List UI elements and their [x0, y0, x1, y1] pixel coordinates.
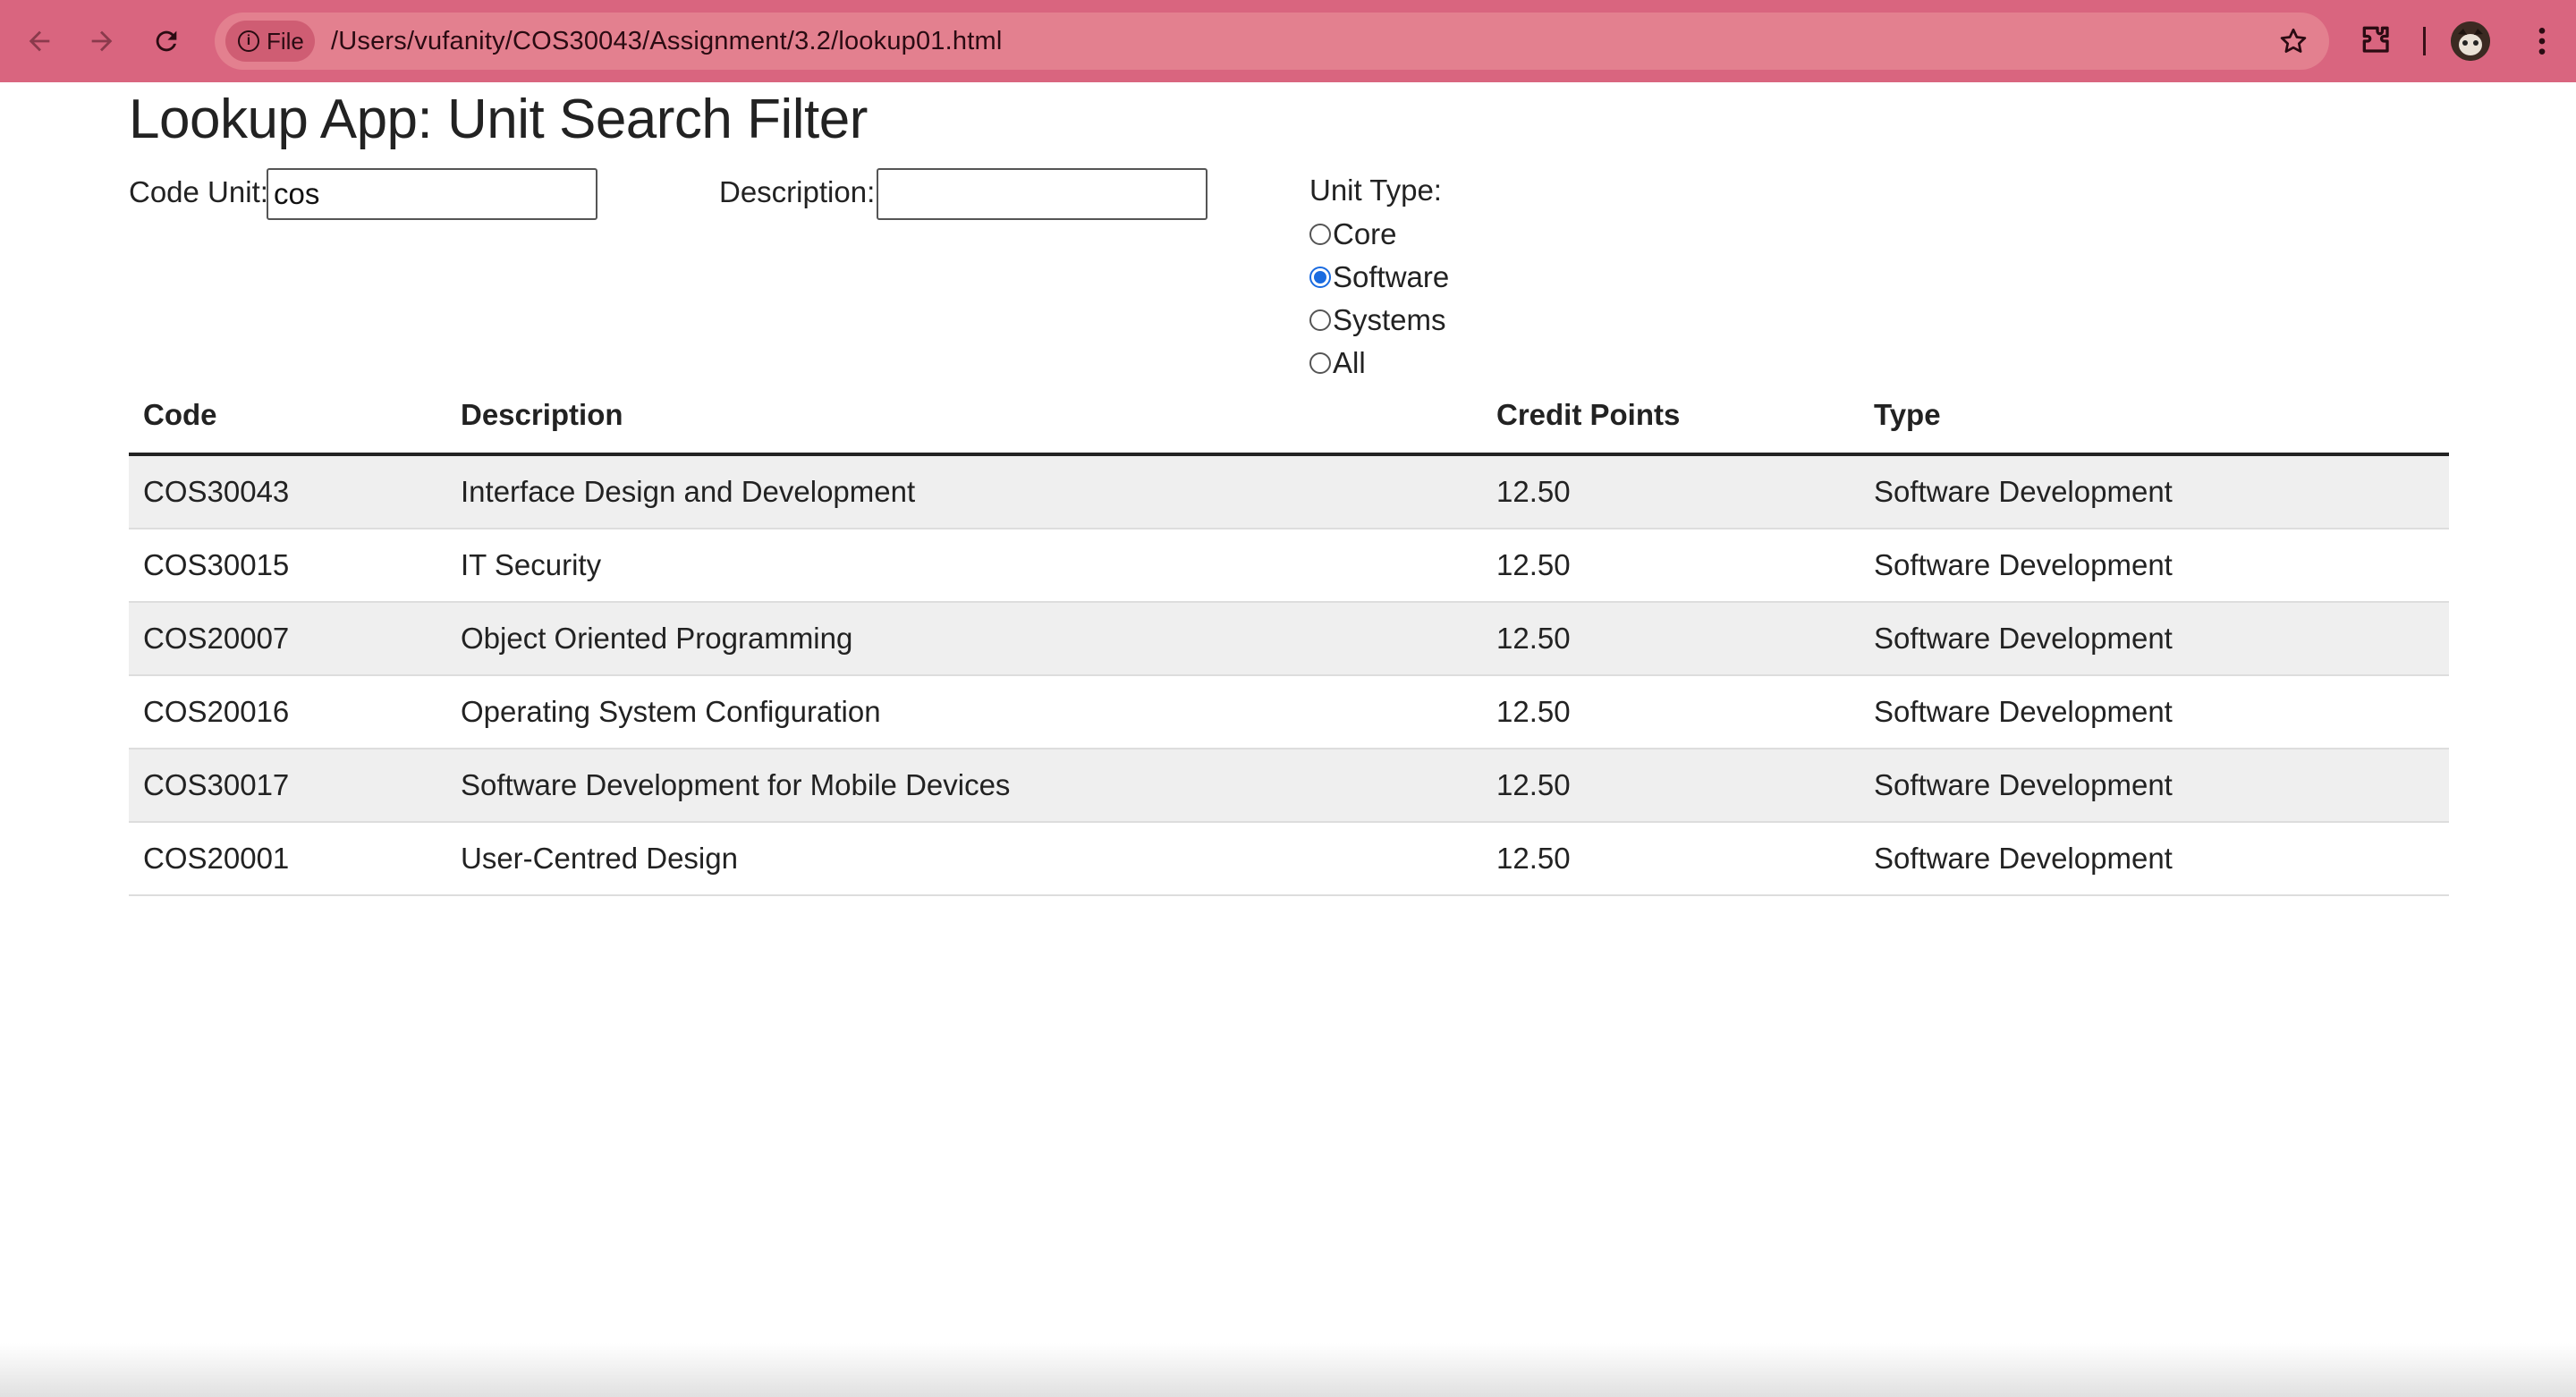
cell-description: IT Security [446, 529, 1482, 603]
info-icon: i [238, 30, 259, 52]
header-description: Description [446, 377, 1482, 456]
unit-type-radio-group: Unit Type: Core Software Systems All [1309, 170, 1449, 385]
table-row: COS20001 User-Centred Design 12.50 Softw… [129, 822, 2449, 896]
table-row: COS20016 Operating System Configuration … [129, 675, 2449, 749]
back-arrow-icon [29, 30, 50, 52]
toolbar-divider [2423, 27, 2426, 55]
profile-picture [2451, 21, 2490, 61]
cell-type: Software Development [1860, 675, 2449, 749]
radio-all[interactable] [1309, 352, 1331, 374]
radio-systems[interactable] [1309, 309, 1331, 331]
page-title: Lookup App: Unit Search Filter [129, 89, 868, 150]
browser-toolbar: i File /Users/vufanity/COS30043/Assignme… [0, 0, 2576, 82]
cell-description: Operating System Configuration [446, 675, 1482, 749]
cell-description: User-Centred Design [446, 822, 1482, 896]
url-text[interactable]: /Users/vufanity/COS30043/Assignment/3.2/… [331, 13, 1002, 70]
radio-option-software[interactable]: Software [1309, 256, 1449, 299]
radio-core[interactable] [1309, 224, 1331, 245]
back-button[interactable] [18, 20, 61, 63]
reload-icon [156, 30, 177, 52]
cell-credit-points: 12.50 [1482, 749, 1860, 823]
cell-type: Software Development [1860, 749, 2449, 823]
radio-option-systems[interactable]: Systems [1309, 299, 1449, 342]
reload-button[interactable] [145, 20, 188, 63]
bottom-shadow [0, 1343, 2576, 1397]
radio-all-label: All [1333, 346, 1366, 379]
unit-type-label: Unit Type: [1309, 174, 1442, 207]
site-chip-label: File [267, 27, 304, 55]
cell-code: COS20016 [129, 675, 446, 749]
description-label: Description: [719, 175, 876, 208]
site-info-chip[interactable]: i File [225, 21, 315, 62]
cell-description: Software Development for Mobile Devices [446, 749, 1482, 823]
radio-software[interactable] [1309, 267, 1331, 288]
table-row: COS20007 Object Oriented Programming 12.… [129, 602, 2449, 676]
cell-description: Interface Design and Development [446, 454, 1482, 529]
cell-code: COS30043 [129, 454, 446, 529]
code-unit-input[interactable] [267, 168, 597, 220]
cell-credit-points: 12.50 [1482, 529, 1860, 603]
forward-button[interactable] [80, 20, 123, 63]
header-credit-points: Credit Points [1482, 377, 1860, 456]
table-row: COS30043 Interface Design and Developmen… [129, 454, 2449, 529]
cell-credit-points: 12.50 [1482, 675, 1860, 749]
forward-arrow-icon [91, 30, 113, 52]
address-bar[interactable]: i File /Users/vufanity/COS30043/Assignme… [215, 13, 2329, 70]
cell-code: COS30017 [129, 749, 446, 823]
extensions-icon[interactable] [2358, 21, 2397, 61]
radio-option-core[interactable]: Core [1309, 213, 1449, 256]
cell-code: COS20007 [129, 602, 446, 676]
cell-type: Software Development [1860, 602, 2449, 676]
cell-description: Object Oriented Programming [446, 602, 1482, 676]
table-row: COS30017 Software Development for Mobile… [129, 749, 2449, 823]
cell-credit-points: 12.50 [1482, 602, 1860, 676]
cell-type: Software Development [1860, 529, 2449, 603]
cell-type: Software Development [1860, 454, 2449, 529]
cell-code: COS20001 [129, 822, 446, 896]
cell-type: Software Development [1860, 822, 2449, 896]
table-header-row: Code Description Credit Points Type [129, 377, 2449, 456]
cell-credit-points: 12.50 [1482, 454, 1860, 529]
cell-credit-points: 12.50 [1482, 822, 1860, 896]
table-row: COS30015 IT Security 12.50 Software Deve… [129, 529, 2449, 603]
kebab-menu-icon[interactable] [2524, 23, 2560, 59]
radio-core-label: Core [1333, 217, 1397, 250]
radio-software-label: Software [1333, 260, 1450, 293]
cell-code: COS30015 [129, 529, 446, 603]
description-input[interactable] [877, 168, 1208, 220]
avatar[interactable] [2451, 21, 2490, 61]
code-unit-label: Code Unit: [129, 175, 268, 208]
header-type: Type [1860, 377, 2449, 456]
header-code: Code [129, 377, 446, 456]
units-table: Code Description Credit Points Type COS3… [129, 377, 2449, 896]
radio-systems-label: Systems [1333, 303, 1446, 336]
star-icon[interactable] [2277, 25, 2309, 57]
